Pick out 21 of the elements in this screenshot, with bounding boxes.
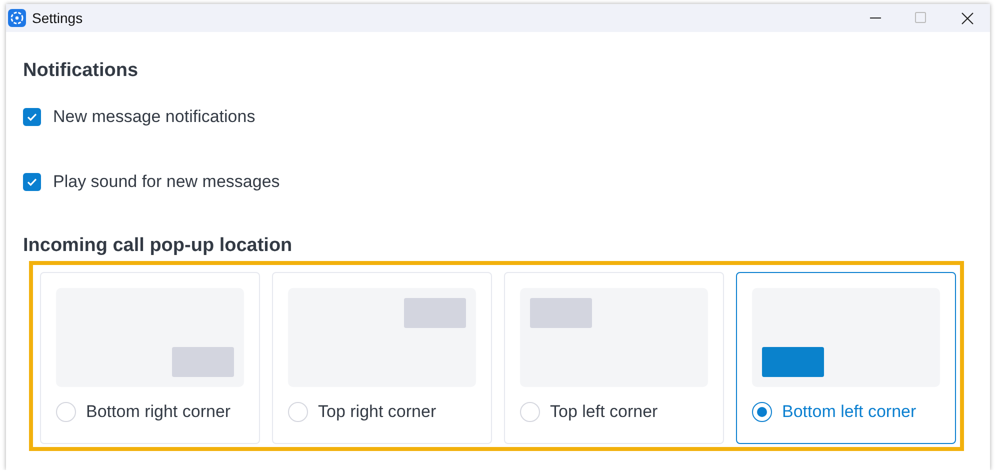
- app-icon: [8, 9, 26, 27]
- radio-button[interactable]: [752, 402, 772, 422]
- option-card[interactable]: Bottom right corner: [40, 272, 260, 444]
- option-card[interactable]: Top right corner: [272, 272, 492, 444]
- checkbox-label: New message notifications: [53, 107, 256, 127]
- popup-preview: [762, 347, 824, 377]
- section-heading: Incoming call pop-up location: [23, 235, 294, 257]
- section-heading: Notifications: [23, 60, 140, 82]
- checkbox[interactable]: [23, 173, 41, 191]
- checkbox-label: Play sound for new messages: [53, 172, 280, 192]
- window-title: Settings: [32, 10, 84, 26]
- popup-preview: [404, 298, 466, 328]
- radio-label: Bottom right corner: [86, 402, 231, 422]
- option-card[interactable]: Top left corner: [504, 272, 724, 444]
- radio-label: Bottom left corner: [782, 402, 916, 422]
- radio-label: Top right corner: [318, 402, 436, 422]
- popup-preview: [530, 298, 592, 328]
- checkbox[interactable]: [23, 108, 41, 126]
- option-card[interactable]: Bottom left corner: [736, 272, 956, 444]
- popup-preview: [172, 347, 234, 377]
- radio-label: Top left corner: [550, 402, 658, 422]
